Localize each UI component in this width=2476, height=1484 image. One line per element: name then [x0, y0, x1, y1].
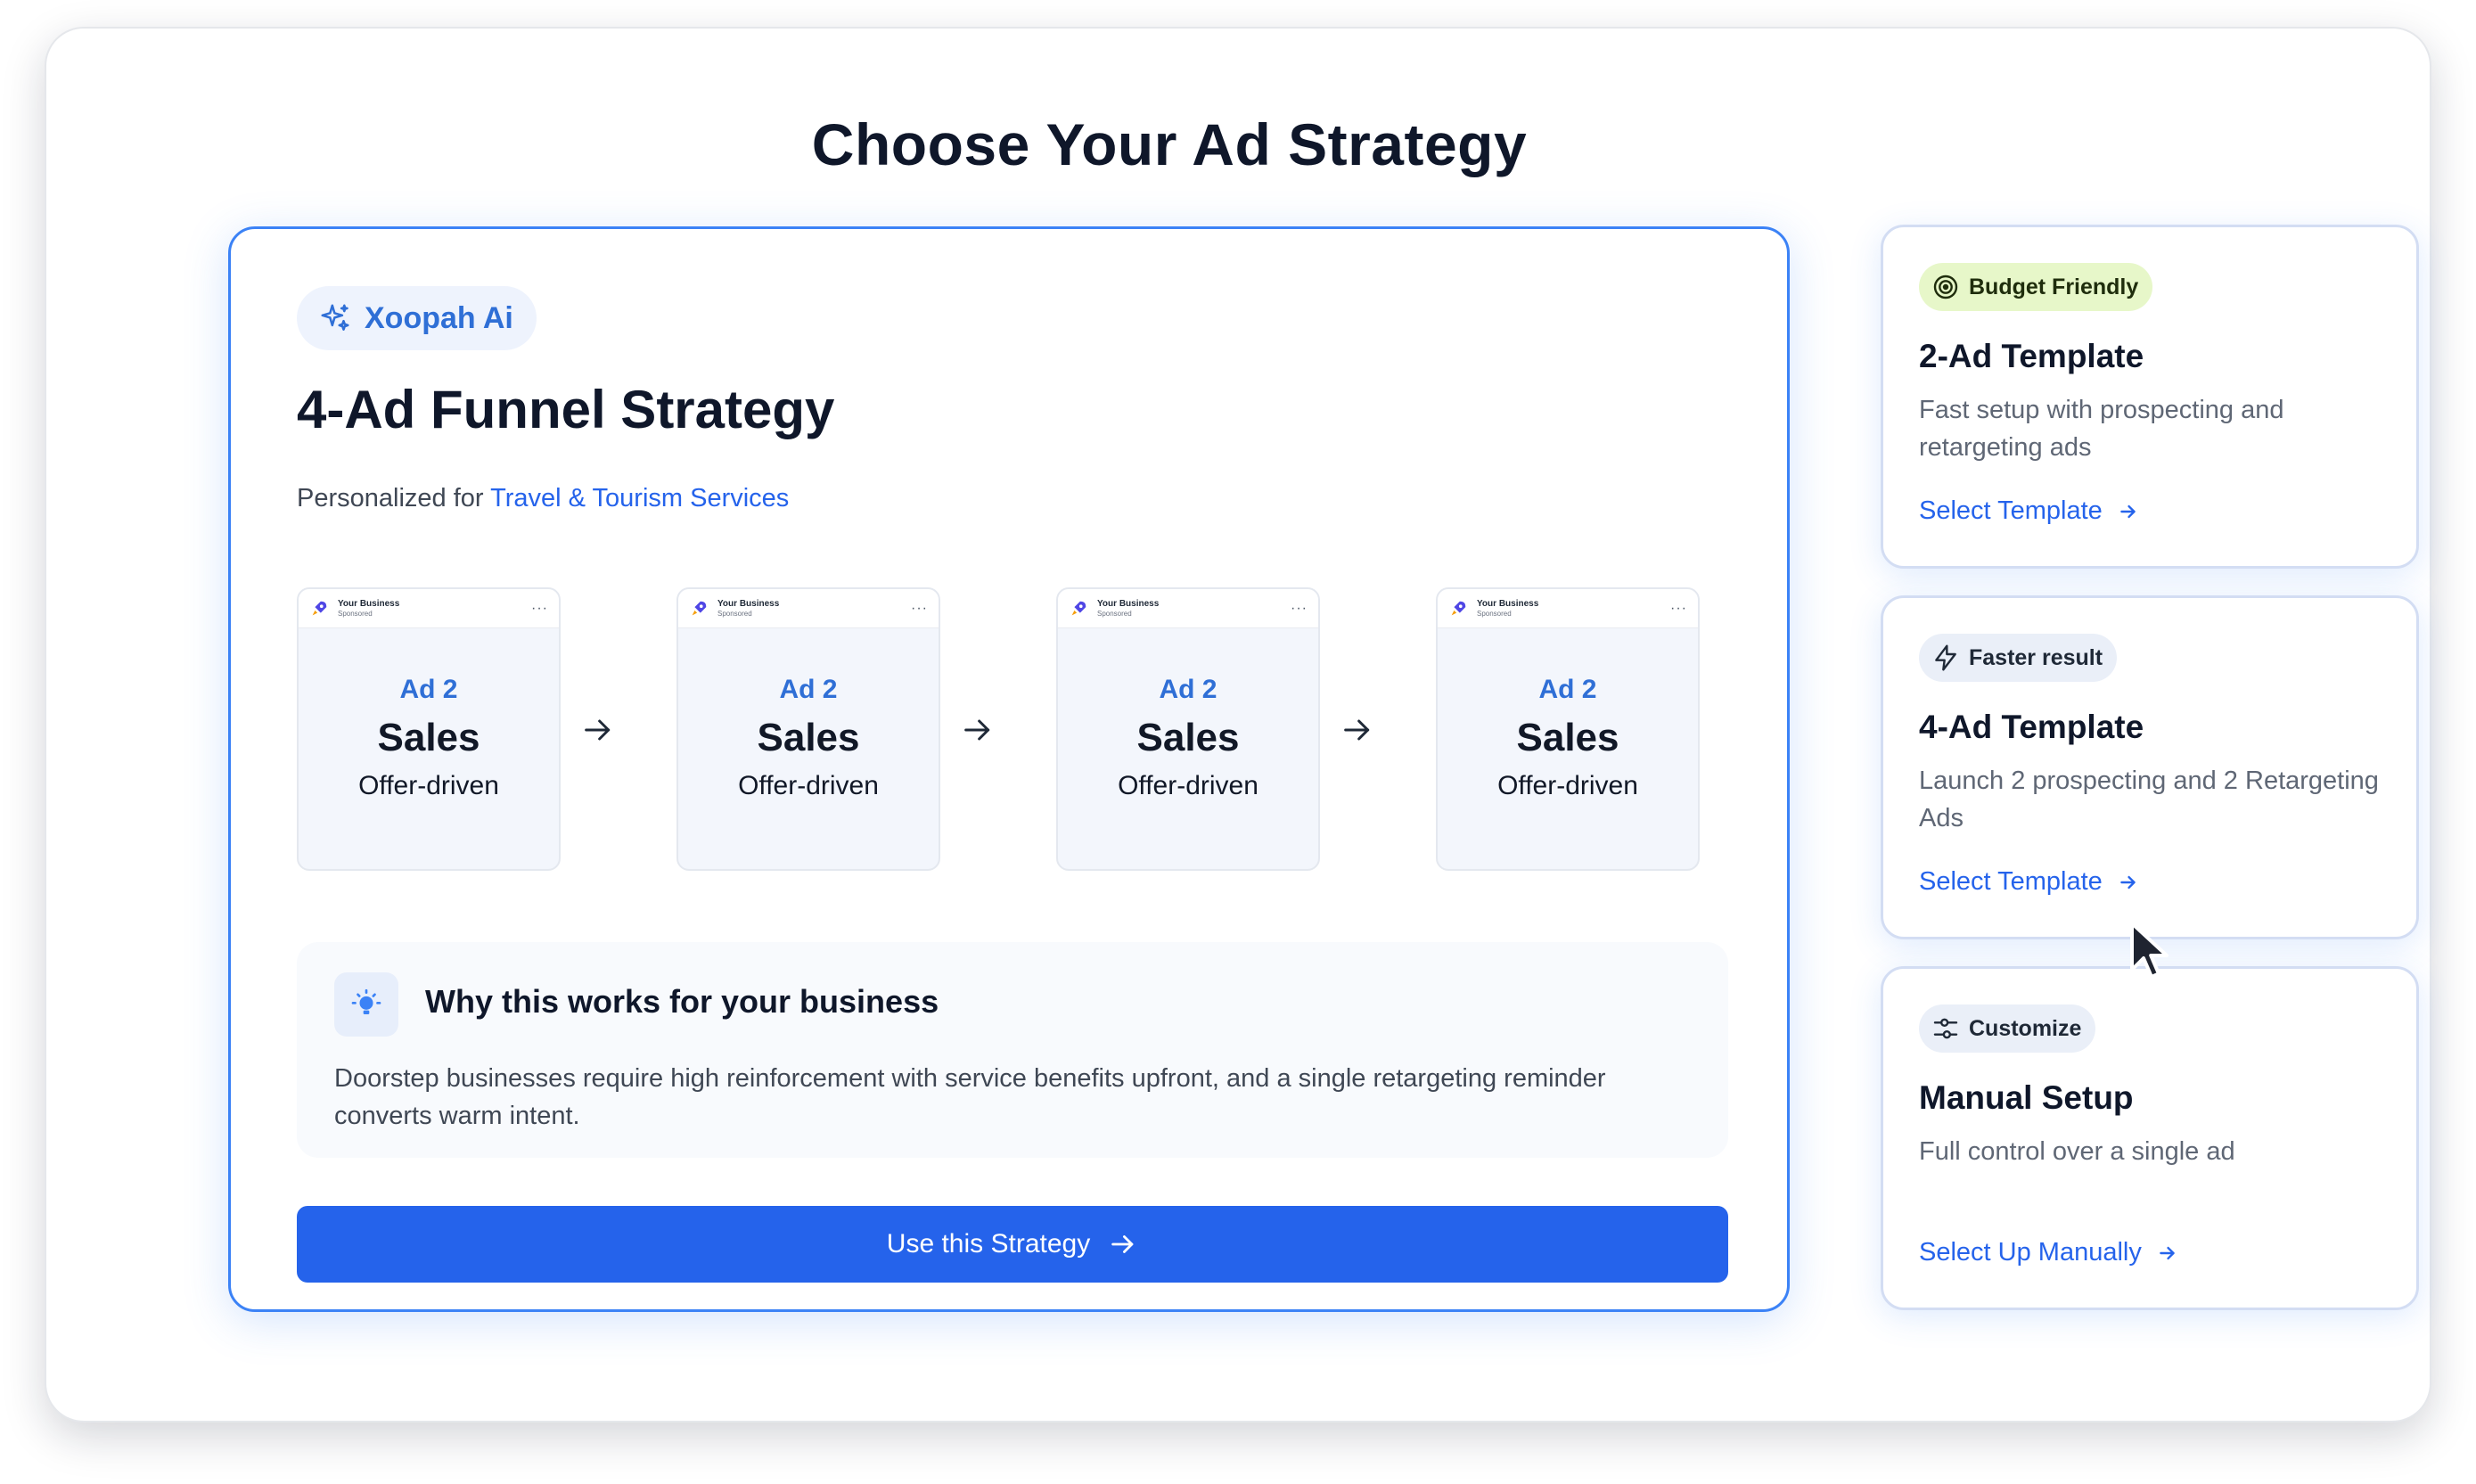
ad-type: Sales [757, 716, 860, 759]
strategy-window: Choose Your Ad Strategy Xoopah Ai 4-Ad F… [45, 27, 2431, 1423]
strategy-title: 4-Ad Funnel Strategy [297, 380, 835, 439]
ad-sponsored-label: Sponsored [1477, 609, 1512, 618]
use-strategy-button[interactable]: Use this Strategy [297, 1206, 1728, 1283]
lightbulb-tile [334, 972, 398, 1037]
ad-funnel-row: Your Business Sponsored ··· Ad 2 Sales O… [297, 587, 1700, 873]
select-template-link[interactable]: Select Template [1919, 867, 2140, 897]
customize-tag: Customize [1919, 1004, 2096, 1053]
budget-friendly-tag: Budget Friendly [1919, 263, 2153, 311]
more-options-icon[interactable]: ··· [911, 601, 928, 616]
ad-business-name: Your Business [1477, 598, 1539, 609]
tag-label: Customize [1969, 1015, 2082, 1041]
ad-number: Ad 2 [779, 675, 838, 704]
ad-number: Ad 2 [1538, 675, 1597, 704]
option-title: Manual Setup [1919, 1079, 2134, 1116]
ad-business-name: Your Business [338, 598, 400, 609]
ad-preview-card[interactable]: Your Business Sponsored ··· Ad 2 Sales O… [1436, 587, 1700, 871]
page-title: Choose Your Ad Strategy [811, 111, 1528, 177]
option-card-manual[interactable]: Customize Manual Setup Full control over… [1881, 966, 2419, 1310]
ad-business-name: Your Business [717, 598, 780, 609]
option-description: Full control over a single ad [1919, 1137, 2235, 1166]
more-options-icon[interactable]: ··· [1291, 601, 1308, 616]
industry-link[interactable]: Travel & Tourism Services [490, 484, 789, 512]
personalized-prefix: Personalized for [297, 484, 484, 512]
ad-sponsored-label: Sponsored [1097, 609, 1132, 618]
personalized-line: Personalized for Travel & Tourism Servic… [297, 484, 789, 513]
ad-preview-card[interactable]: Your Business Sponsored ··· Ad 2 Sales O… [676, 587, 940, 871]
funnel-strategy-card: Xoopah Ai 4-Ad Funnel Strategy Personali… [228, 226, 1790, 1312]
option-description: Fast setup with prospecting and retarget… [1919, 396, 2284, 462]
option-title: 2-Ad Template [1919, 338, 2144, 374]
more-options-icon[interactable]: ··· [531, 601, 548, 616]
ad-sponsored-label: Sponsored [338, 609, 373, 618]
select-template-label: Select Template [1919, 496, 2103, 525]
ad-description: Offer-driven [1118, 771, 1258, 800]
more-options-icon[interactable]: ··· [1670, 601, 1687, 616]
ad-business-name: Your Business [1097, 598, 1160, 609]
ai-badge-label: Xoopah Ai [365, 300, 513, 335]
faster-result-tag: Faster result [1919, 634, 2118, 682]
arrow-right-icon [585, 719, 611, 741]
ad-preview-header: Your Business Sponsored ··· [1438, 589, 1698, 628]
select-template-label: Select Template [1919, 867, 2103, 896]
sparkle-icon [321, 304, 349, 331]
lightbulb-icon [351, 988, 381, 1014]
arrow-right-icon [964, 719, 990, 741]
ad-sponsored-label: Sponsored [717, 609, 752, 618]
why-title: Why this works for your business [425, 983, 939, 1020]
option-card-4-ad[interactable]: Faster result 4-Ad Template Launch 2 pro… [1881, 595, 2419, 939]
why-description: Doorstep businesses require high reinfor… [334, 1064, 1606, 1130]
ad-description: Offer-driven [738, 771, 879, 800]
ad-type: Sales [1516, 716, 1619, 759]
ad-preview-card[interactable]: Your Business Sponsored ··· Ad 2 Sales O… [297, 587, 561, 871]
ad-preview-card[interactable]: Your Business Sponsored ··· Ad 2 Sales O… [1056, 587, 1320, 871]
ad-type: Sales [377, 716, 480, 759]
arrow-right-icon [1111, 1235, 1134, 1253]
select-manually-label: Select Up Manually [1919, 1238, 2142, 1267]
arrow-right-icon [2120, 875, 2136, 889]
ai-badge: Xoopah Ai [297, 286, 537, 350]
option-title: 4-Ad Template [1919, 709, 2144, 745]
lightning-icon [1935, 644, 1956, 671]
sliders-icon [1933, 1018, 1958, 1039]
ad-number: Ad 2 [399, 675, 458, 704]
tag-label: Budget Friendly [1969, 274, 2139, 299]
use-strategy-label: Use this Strategy [886, 1229, 1091, 1259]
why-it-works-panel: Why this works for your business Doorste… [297, 942, 1728, 1158]
ad-number: Ad 2 [1159, 675, 1218, 704]
ad-type: Sales [1136, 716, 1240, 759]
ad-preview-header: Your Business Sponsored ··· [678, 589, 939, 628]
ad-description: Offer-driven [358, 771, 499, 800]
select-template-link[interactable]: Select Template [1919, 496, 2140, 526]
tag-label: Faster result [1969, 644, 2103, 670]
option-card-2-ad[interactable]: Budget Friendly 2-Ad Template Fast setup… [1881, 225, 2419, 569]
rocket-icon [1451, 601, 1466, 615]
rocket-icon [692, 601, 707, 615]
rocket-icon [312, 601, 327, 615]
ad-description: Offer-driven [1497, 771, 1638, 800]
arrow-right-icon [2160, 1246, 2175, 1259]
select-manually-link[interactable]: Select Up Manually [1919, 1238, 2179, 1267]
mouse-cursor-icon [2130, 922, 2169, 979]
arrow-right-icon [2120, 504, 2136, 518]
option-description: Launch 2 prospecting and 2 Retargeting A… [1919, 767, 2379, 832]
arrow-right-icon [1344, 719, 1370, 741]
target-icon [1933, 275, 1958, 299]
ad-preview-header: Your Business Sponsored ··· [1058, 589, 1318, 628]
rocket-icon [1071, 601, 1086, 615]
ad-preview-header: Your Business Sponsored ··· [299, 589, 559, 628]
